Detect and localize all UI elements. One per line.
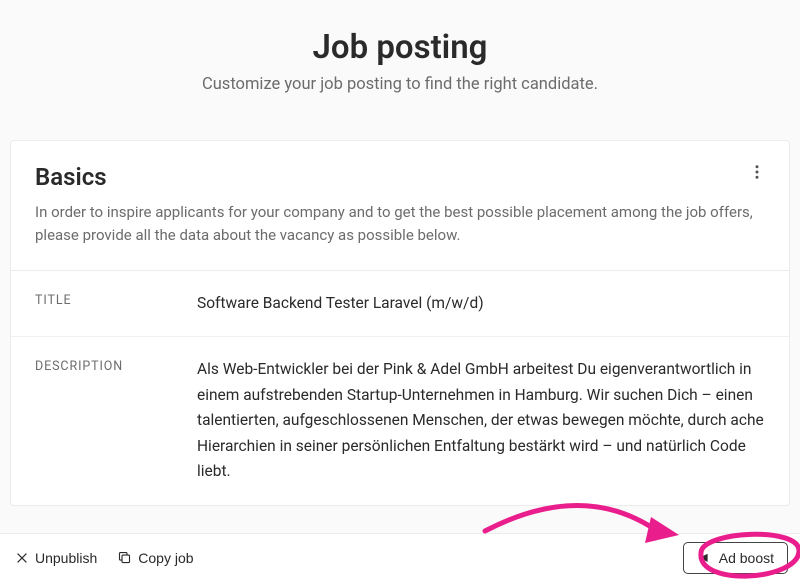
page-title: Job posting: [20, 28, 780, 67]
copy-icon: [117, 550, 132, 565]
copy-job-label: Copy job: [138, 550, 193, 566]
unpublish-button[interactable]: Unpublish: [12, 546, 99, 570]
description-row[interactable]: DESCRIPTION Als Web-Entwickler bei der P…: [11, 337, 789, 505]
hero: Job posting Customize your job posting t…: [0, 0, 800, 140]
bottom-bar: Unpublish Copy job Ad boost: [0, 533, 800, 581]
description-field-label: DESCRIPTION: [35, 357, 185, 485]
dots-vertical-icon: [748, 165, 766, 185]
basics-card: Basics In order to inspire applicants fo…: [10, 140, 790, 506]
title-field-value: Software Backend Tester Laravel (m/w/d): [197, 291, 765, 317]
title-field-label: TITLE: [35, 291, 185, 317]
annotation-arrow-icon: [485, 505, 660, 533]
unpublish-label: Unpublish: [35, 550, 97, 566]
page-subtitle: Customize your job posting to find the r…: [20, 75, 780, 94]
section-description: In order to inspire applicants for your …: [35, 201, 765, 248]
ad-boost-label: Ad boost: [719, 550, 774, 566]
copy-job-button[interactable]: Copy job: [115, 546, 195, 570]
card-header: Basics In order to inspire applicants fo…: [11, 141, 789, 271]
title-row[interactable]: TITLE Software Backend Tester Laravel (m…: [11, 271, 789, 338]
section-title: Basics: [35, 163, 765, 191]
description-field-value: Als Web-Entwickler bei der Pink & Adel G…: [197, 357, 765, 485]
megaphone-icon: [697, 550, 712, 565]
close-icon: [14, 550, 29, 565]
ad-boost-button[interactable]: Ad boost: [683, 542, 788, 574]
more-options-button[interactable]: [743, 159, 771, 187]
